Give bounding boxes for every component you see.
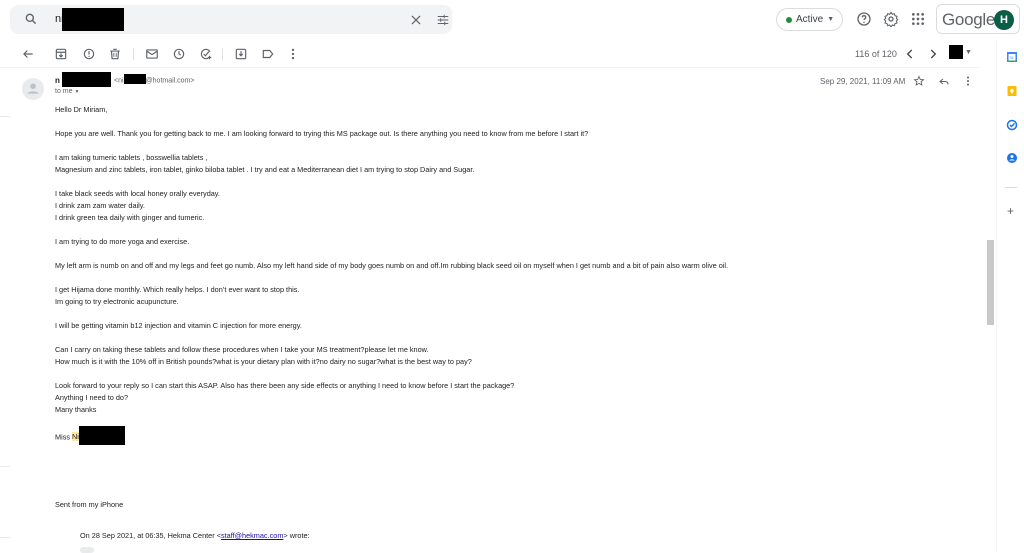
toolbar-divider — [222, 48, 223, 60]
body-line: Magnesium and zinc tablets, iron tablet,… — [55, 165, 475, 174]
contacts-icon[interactable] — [1006, 152, 1018, 164]
chevron-down-icon: ▼ — [74, 89, 80, 95]
search-bar[interactable]: ni — [10, 5, 452, 34]
snooze-icon[interactable] — [172, 47, 186, 61]
more-vert-icon[interactable] — [962, 75, 974, 87]
tasks-icon[interactable] — [1006, 119, 1018, 131]
body-line: Im going to try electronic acupuncture. — [55, 297, 179, 306]
body-line: Look forward to your reply so I can star… — [55, 381, 515, 390]
archive-icon[interactable] — [54, 47, 68, 61]
redacted-input-tools[interactable] — [949, 45, 963, 59]
account-avatar[interactable]: H — [994, 10, 1014, 30]
body-line: I take black seeds with local honey oral… — [55, 189, 220, 198]
google-logo: Google — [942, 10, 996, 29]
message-counter: 116 of 120 — [855, 49, 897, 59]
body-line: I get Hijama done monthly. Which really … — [55, 285, 300, 294]
status-label: Active — [796, 14, 824, 25]
toolbar-divider — [133, 48, 134, 60]
body-line: Can I carry on taking these tablets and … — [55, 345, 429, 354]
help-icon[interactable] — [856, 11, 872, 27]
divider — [0, 116, 10, 117]
status-dropdown[interactable]: Active ▼ — [776, 8, 843, 31]
quote-email-link[interactable]: staff@hekmac.com — [221, 531, 283, 540]
add-addon-button[interactable]: + — [1007, 204, 1014, 218]
mark-unread-icon[interactable] — [145, 47, 159, 61]
redacted-region — [78, 426, 125, 445]
reply-icon[interactable] — [938, 75, 950, 87]
chevron-down-icon: ▼ — [827, 16, 835, 23]
sender-email-suffix: @hotmail.com> — [145, 77, 195, 85]
gear-icon[interactable] — [883, 11, 899, 27]
body-line: I am taking tumeric tablets , bosswellia… — [55, 153, 208, 162]
delete-icon[interactable] — [108, 47, 122, 61]
body-line: I drink zam zam water daily. — [55, 201, 145, 210]
greeting: Hello Dr Miriam, — [55, 105, 108, 114]
search-icon[interactable] — [24, 12, 38, 26]
add-to-tasks-icon[interactable] — [199, 47, 213, 61]
divider — [0, 466, 10, 467]
search-highlight: Ni — [72, 432, 79, 442]
person-icon — [27, 83, 39, 94]
body-line: Many thanks — [55, 405, 97, 414]
redacted-region — [62, 8, 124, 31]
close-icon[interactable] — [409, 13, 423, 27]
quote-header: On 28 Sep 2021, at 06:35, Hekma Center <… — [80, 531, 310, 540]
message-body: Hello Dr Miriam, Hope you are well. Than… — [55, 104, 975, 445]
message-toolbar: 116 of 120 ▼ — [0, 40, 980, 68]
report-spam-icon[interactable] — [82, 47, 96, 61]
status-dot-icon — [786, 16, 792, 23]
svg-text:31: 31 — [1010, 55, 1015, 60]
divider — [0, 537, 10, 538]
body-line: I drink green tea daily with ginger and … — [55, 213, 205, 222]
tune-icon[interactable] — [436, 13, 450, 27]
show-trimmed-content-button[interactable] — [80, 547, 94, 553]
signature-prefix: Miss — [55, 432, 73, 442]
side-panel-divider — [1005, 187, 1017, 188]
sender-name: n — [55, 76, 60, 85]
chevron-left-icon[interactable] — [903, 47, 917, 61]
quote-outro: > wrote: — [283, 531, 310, 540]
more-vert-icon[interactable] — [286, 47, 300, 61]
recipient-details[interactable]: to me ▼ — [55, 88, 79, 95]
sender-email-prefix: <ni — [114, 77, 124, 85]
body-line: Hope you are well. Thank you for getting… — [55, 129, 589, 138]
calendar-icon[interactable]: 31 — [1006, 51, 1018, 63]
apps-grid-icon[interactable] — [910, 11, 926, 27]
keep-icon[interactable] — [1006, 85, 1018, 97]
sender-email: <ni @hotmail.com> — [114, 74, 195, 85]
redacted-region — [123, 74, 146, 84]
back-arrow-icon[interactable] — [21, 47, 35, 61]
label-icon[interactable] — [261, 47, 275, 61]
chevron-down-icon[interactable]: ▼ — [965, 49, 972, 56]
recipient-label: to me — [55, 88, 73, 95]
body-line: How much is it with the 10% off in Briti… — [55, 357, 472, 366]
redacted-region — [62, 72, 111, 87]
body-line: I will be getting vitamin b12 injection … — [55, 321, 302, 330]
side-panel: 31 + — [996, 40, 1024, 552]
message-date: Sep 29, 2021, 11:09 AM — [820, 77, 906, 86]
signature: Miss Ni — [55, 426, 975, 445]
top-bar: ni Active ▼ Google H — [0, 0, 1024, 40]
body-line: Anything I need to do? — [55, 393, 129, 402]
quote-intro: On 28 Sep 2021, at 06:35, Hekma Center < — [80, 531, 221, 540]
chevron-right-icon[interactable] — [926, 47, 940, 61]
scrollbar-thumb[interactable] — [987, 240, 994, 325]
account-switcher[interactable]: Google H — [936, 4, 1020, 34]
sender-avatar[interactable] — [22, 78, 44, 100]
sent-from: Sent from my iPhone — [55, 500, 124, 509]
body-line: I am trying to do more yoga and exercise… — [55, 237, 190, 246]
body-line: My left arm is numb on and off and my le… — [55, 261, 729, 270]
move-to-icon[interactable] — [234, 47, 248, 61]
star-icon[interactable] — [913, 75, 925, 87]
